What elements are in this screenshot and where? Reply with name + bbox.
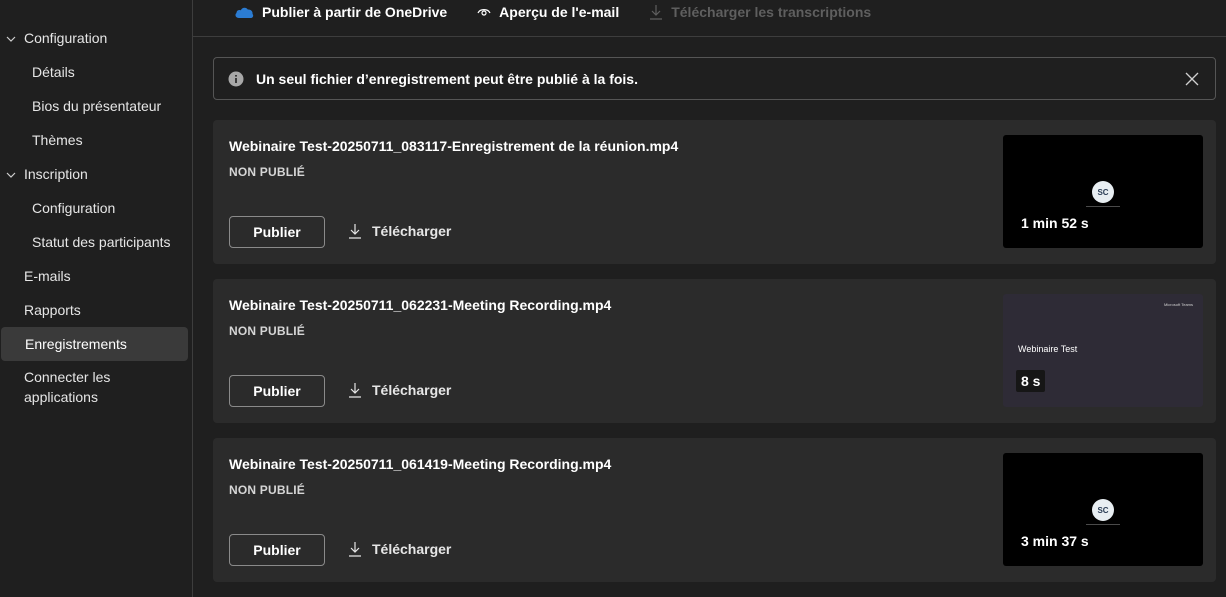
chevron-down-icon [5,32,17,44]
sidebar-group-label: Configuration [24,30,108,46]
sidebar-item-label: Rapports [24,302,81,318]
recordings-list: Un seul fichier d’enregistrement peut êt… [193,37,1226,597]
sidebar-item-attendee-status[interactable]: Statut des participants [0,225,192,259]
avatar: SC [1092,181,1114,203]
video-duration: 3 min 37 s [1021,533,1089,549]
publish-from-onedrive-button[interactable]: Publier à partir de OneDrive [234,4,447,20]
download-label: Télécharger [372,541,452,557]
download-button[interactable]: Télécharger [348,382,451,398]
video-duration: 1 min 52 s [1021,215,1089,231]
eye-icon [477,6,491,18]
sidebar-item-reports[interactable]: Rapports [0,293,192,327]
sidebar-item-registration-config[interactable]: Configuration [0,191,192,225]
download-button[interactable]: Télécharger [348,223,451,239]
recording-title: Webinaire Test-20250711_061419-Meeting R… [229,456,612,472]
sidebar-item-label: Statut des participants [32,234,171,250]
sidebar-item-connect-apps[interactable]: Connecter les applications [0,361,192,413]
status-badge: NON PUBLIÉ [229,324,306,338]
download-transcripts-label: Télécharger les transcriptions [671,4,872,20]
sidebar: Configuration Détails Bios du présentate… [0,0,193,597]
email-preview-button[interactable]: Aperçu de l'e-mail [477,4,619,20]
publish-button[interactable]: Publier [229,216,325,248]
video-thumbnail[interactable]: SC 3 min 37 s [1003,453,1203,566]
info-banner: Un seul fichier d’enregistrement peut êt… [213,57,1216,100]
download-icon [649,4,663,20]
recording-title: Webinaire Test-20250711_062231-Meeting R… [229,297,612,313]
recording-card: Webinaire Test-20250711_062231-Meeting R… [213,279,1216,423]
download-label: Télécharger [372,223,452,239]
sidebar-item-presenter-bios[interactable]: Bios du présentateur [0,89,192,123]
email-preview-label: Aperçu de l'e-mail [499,4,620,20]
avatar-caption-line [1086,206,1120,207]
download-transcripts-button[interactable]: Télécharger les transcriptions [649,4,871,20]
recording-title: Webinaire Test-20250711_083117-Enregistr… [229,138,679,154]
download-icon [348,541,362,557]
sidebar-item-label: Enregistrements [25,336,127,352]
video-thumbnail[interactable]: Microsoft Teams Webinaire Test 8 s [1003,294,1203,407]
publish-button[interactable]: Publier [229,375,325,407]
sidebar-group-label: Inscription [24,166,88,182]
publish-from-onedrive-label: Publier à partir de OneDrive [262,4,448,20]
sidebar-item-label: Détails [32,64,75,80]
sidebar-item-label: Bios du présentateur [32,98,162,114]
download-label: Télécharger [372,382,452,398]
chevron-down-icon [5,168,17,180]
download-icon [348,223,362,239]
slide-title: Webinaire Test [1018,344,1078,354]
onedrive-icon [234,5,254,19]
video-thumbnail[interactable]: SC 1 min 52 s [1003,135,1203,248]
sidebar-item-recordings[interactable]: Enregistrements [1,327,188,361]
video-duration: 8 s [1016,370,1046,392]
status-badge: NON PUBLIÉ [229,165,306,179]
toolbar: Publier à partir de OneDrive Aperçu de l… [193,0,1226,37]
sidebar-item-details[interactable]: Détails [0,55,192,89]
info-icon [228,71,244,87]
publish-button[interactable]: Publier [229,534,325,566]
sidebar-item-emails[interactable]: E-mails [0,259,192,293]
close-icon[interactable] [1185,72,1199,86]
status-badge: NON PUBLIÉ [229,483,306,497]
download-icon [348,382,362,398]
info-banner-message: Un seul fichier d’enregistrement peut êt… [256,70,638,87]
main-content: Publier à partir de OneDrive Aperçu de l… [193,0,1226,597]
avatar-caption-line [1086,524,1120,525]
sidebar-item-label: Connecter les applications [24,369,111,405]
sidebar-item-label: Thèmes [32,132,83,148]
sidebar-group-registration[interactable]: Inscription [0,157,192,191]
sidebar-item-label: Configuration [32,200,116,216]
sidebar-item-themes[interactable]: Thèmes [0,123,192,157]
avatar: SC [1092,499,1114,521]
slide-brand: Microsoft Teams [1163,302,1193,307]
recording-card: Webinaire Test-20250711_083117-Enregistr… [213,120,1216,264]
recording-card: Webinaire Test-20250711_061419-Meeting R… [213,438,1216,582]
download-button[interactable]: Télécharger [348,541,451,557]
sidebar-item-label: E-mails [24,268,71,284]
sidebar-group-configuration[interactable]: Configuration [0,21,192,55]
